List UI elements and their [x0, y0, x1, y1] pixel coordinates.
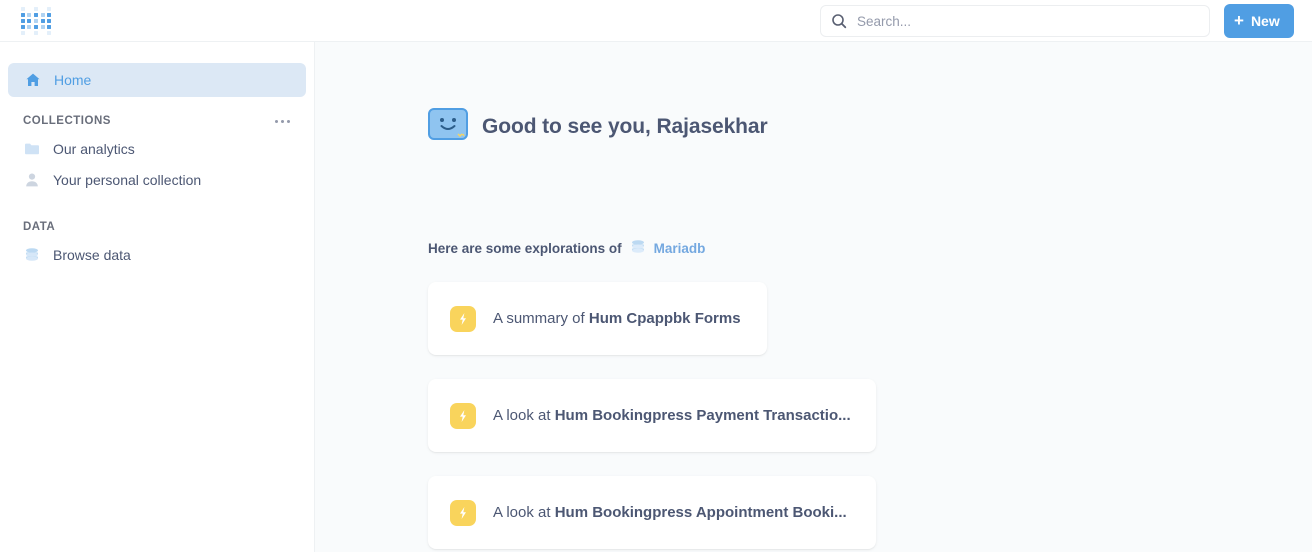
exploration-card[interactable]: A look at Hum Bookingpress Payment Trans…: [428, 379, 876, 452]
sidebar-item-our-analytics-label: Our analytics: [53, 140, 135, 157]
sidebar-item-your-personal-collection-label: Your personal collection: [53, 171, 202, 188]
person-icon: [24, 172, 40, 188]
exploration-card-title: A summary of Hum Cpappbk Forms: [493, 310, 741, 327]
lightning-bolt-icon: [450, 499, 476, 526]
new-button[interactable]: + New: [1224, 4, 1294, 38]
database-icon: [24, 247, 40, 263]
lightning-bolt-icon: [450, 402, 476, 429]
new-button-label: New: [1250, 13, 1280, 29]
database-link[interactable]: Mariadb: [630, 239, 706, 258]
exploration-card-subject: Hum Cpappbk Forms: [588, 310, 741, 327]
search-icon: [832, 14, 847, 29]
top-navigation-bar: + New: [0, 0, 1312, 42]
explorations-intro: Here are some explorations of Mariadb: [428, 239, 705, 258]
exploration-card-title: A look at Hum Bookingpress Payment Trans…: [493, 407, 851, 424]
sidebar-item-our-analytics[interactable]: Our analytics: [0, 133, 314, 164]
explorations-intro-text: Here are some explorations of: [428, 241, 622, 256]
exploration-card-title: A look at Hum Bookingpress Appointment B…: [493, 504, 847, 521]
exploration-card[interactable]: A summary of Hum Cpappbk Forms: [428, 282, 767, 355]
exploration-card-prefix: A summary of: [493, 310, 589, 327]
database-icon: [630, 239, 646, 258]
page-title: Good to see you, Rajasekhar: [482, 114, 768, 138]
data-heading: DATA: [23, 221, 56, 233]
metabase-logo-icon[interactable]: [20, 6, 52, 36]
collections-section-header: COLLECTIONS: [23, 115, 292, 127]
plus-icon: +: [1234, 10, 1244, 30]
home-icon: [25, 72, 41, 88]
database-name: Mariadb: [653, 241, 706, 256]
exploration-cards-list: A summary of Hum Cpappbk Forms A look at…: [428, 282, 876, 552]
sidebar-item-your-personal-collection[interactable]: Your personal collection: [0, 164, 314, 195]
greeting-block: Good to see you, Rajasekhar: [428, 108, 768, 145]
sidebar-item-browse-data-label: Browse data: [53, 246, 131, 263]
main-content: Good to see you, Rajasekhar Here are som…: [315, 42, 1312, 552]
exploration-card-prefix: A look at: [493, 407, 555, 424]
collections-heading: COLLECTIONS: [23, 115, 111, 127]
data-section-header: DATA: [23, 221, 292, 233]
sidebar-item-browse-data[interactable]: Browse data: [0, 239, 314, 270]
exploration-card-prefix: A look at: [493, 504, 555, 521]
search-input[interactable]: [857, 13, 1199, 29]
exploration-card-subject: Hum Bookingpress Appointment Booki...: [554, 504, 847, 521]
ellipsis-icon[interactable]: [273, 116, 292, 127]
folder-icon: [24, 141, 40, 157]
exploration-card[interactable]: A look at Hum Bookingpress Appointment B…: [428, 476, 876, 549]
lightning-bolt-icon: [450, 305, 476, 332]
sidebar-item-home-label: Home: [54, 72, 92, 88]
sidebar-item-home[interactable]: Home: [8, 63, 306, 97]
exploration-card-subject: Hum Bookingpress Payment Transactio...: [554, 407, 851, 424]
smiling-face-avatar-icon: [428, 108, 468, 145]
sidebar: Home COLLECTIONS Our analytics Your pers…: [0, 42, 315, 552]
search-box[interactable]: [820, 5, 1210, 37]
